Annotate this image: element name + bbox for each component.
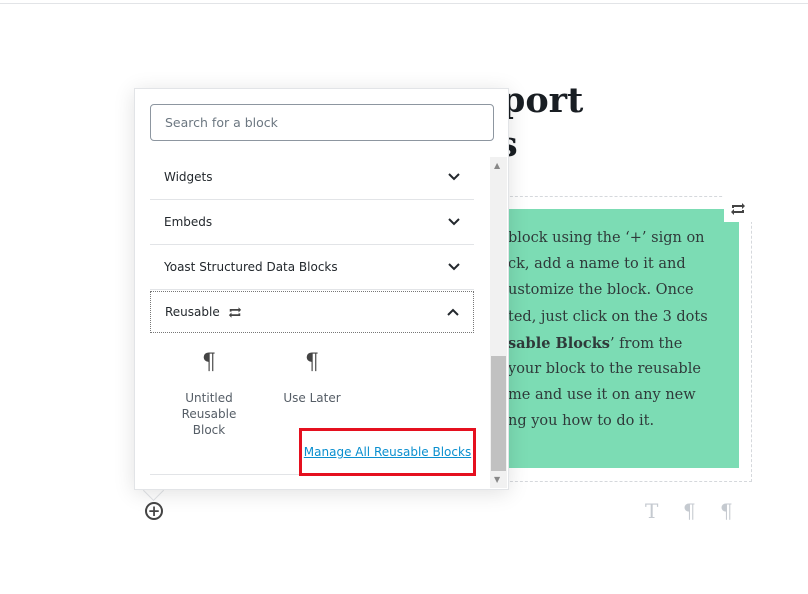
scroll-up-arrow[interactable]: ▲	[494, 161, 500, 170]
paragraph-line: ng you how to do it.	[508, 413, 654, 429]
chevron-down-icon	[448, 218, 460, 226]
reusable-block-icon[interactable]	[724, 196, 752, 222]
scrollbar-thumb[interactable]	[491, 356, 506, 471]
block-label: Use Later	[283, 391, 341, 405]
top-divider	[0, 3, 808, 4]
paragraph-line: me and use it on any new	[508, 387, 696, 403]
scrollbar[interactable]: ▲ ▼	[490, 157, 507, 488]
paragraph-line: ted, just click on the 3 dots	[508, 309, 708, 325]
highlight-box: Manage All Reusable Blocks	[299, 428, 476, 476]
category-yoast[interactable]: Yoast Structured Data Blocks	[150, 245, 474, 290]
paragraph-line: ustomize the block. Once	[508, 282, 694, 298]
chevron-down-icon	[448, 173, 460, 181]
manage-reusable-blocks-link[interactable]: Manage All Reusable Blocks	[304, 445, 471, 459]
reusable-block-item[interactable]: ¶ Untitled Reusable Block	[154, 350, 264, 438]
add-block-plus-icon[interactable]: +	[145, 502, 163, 520]
block-search-input[interactable]	[150, 104, 494, 141]
category-widgets[interactable]: Widgets	[150, 155, 474, 200]
chevron-down-icon	[448, 263, 460, 271]
line-text: ustomize the block. Once	[508, 282, 694, 299]
paragraph-line: block using the ‘+’ sign on	[508, 230, 705, 246]
category-label: Yoast Structured Data Blocks	[164, 260, 338, 274]
category-label: Embeds	[164, 215, 213, 229]
line-text: your block to the reusable	[508, 361, 701, 377]
line-text: ted, just click on the 3 dots	[508, 308, 708, 325]
line-text: me and use it on any new	[508, 387, 696, 404]
category-embeds[interactable]: Embeds	[150, 200, 474, 245]
paragraph-icon[interactable]: ¶	[683, 499, 696, 523]
paragraph-icon[interactable]: ¶	[720, 499, 733, 523]
paragraph-line: sable Blocks’ from the	[508, 335, 682, 352]
line-text: ck, add a name to it and	[508, 256, 686, 273]
paragraph-icon: ¶	[202, 350, 216, 375]
paragraph-line: your block to the reusable	[508, 361, 701, 377]
heading-icon[interactable]: T	[645, 499, 658, 523]
bold-text: sable Blocks	[508, 334, 610, 352]
paragraph-line: ck, add a name to it and	[508, 256, 686, 272]
category-label: Reusable	[165, 305, 220, 319]
reusable-block-item[interactable]: ¶ Use Later	[257, 350, 367, 406]
line-text: ’ from the	[609, 335, 683, 352]
category-label: Widgets	[164, 170, 213, 184]
scroll-down-arrow[interactable]: ▼	[494, 475, 500, 484]
block-label: Untitled Reusable Block	[181, 391, 237, 437]
line-text: ng you how to do it.	[508, 413, 655, 430]
paragraph-icon: ¶	[305, 350, 319, 375]
divider	[150, 474, 300, 475]
line-text: block using the ‘+’ sign on	[508, 230, 705, 246]
category-reusable[interactable]: Reusable	[150, 291, 474, 333]
chevron-up-icon	[447, 308, 459, 316]
reusable-icon	[228, 306, 241, 318]
